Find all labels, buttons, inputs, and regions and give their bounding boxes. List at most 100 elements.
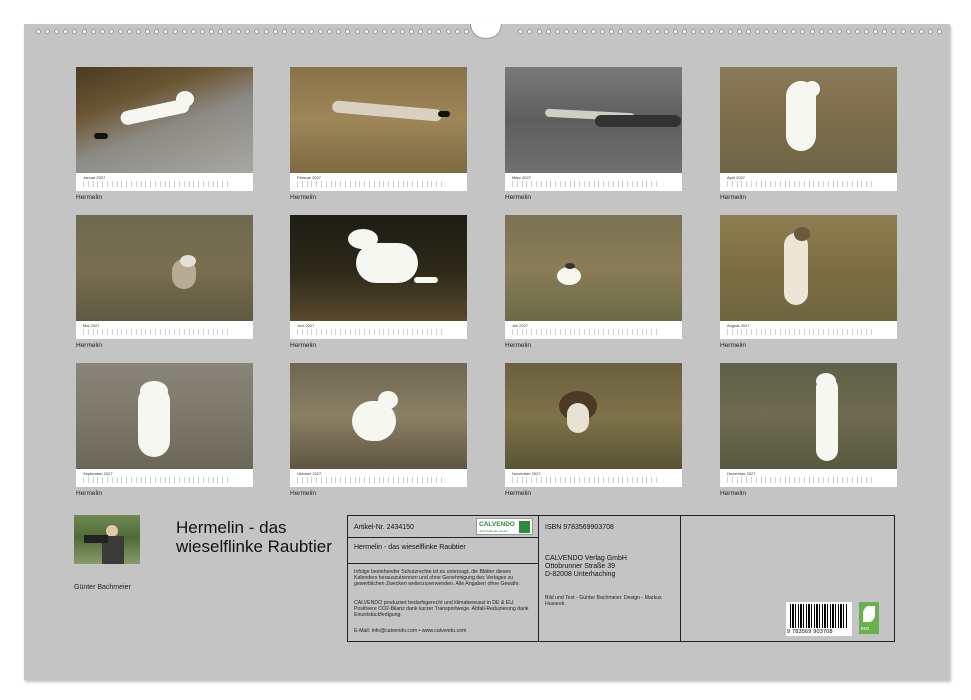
- binding-hole: [636, 29, 642, 34]
- binding-hole: [72, 29, 78, 34]
- month-name: Juli 2027: [512, 323, 529, 328]
- publisher-street: Ottobrunner Straße 39: [545, 563, 616, 570]
- month-name: Mai 2027: [83, 323, 100, 328]
- binding-hole: [554, 29, 560, 34]
- binding-hole: [309, 29, 314, 34]
- binding-hole: [354, 29, 360, 34]
- binding-hole: [645, 29, 651, 34]
- binding-hole: [582, 29, 587, 34]
- binding-hole: [527, 29, 533, 34]
- binding-hole: [363, 29, 369, 34]
- photo: [720, 215, 897, 321]
- binding-hole: [545, 29, 551, 34]
- binding-hole: [218, 29, 223, 34]
- binding-hole: [673, 29, 678, 34]
- calendarium: Oktober 2027: [290, 469, 467, 487]
- binding-hole: [936, 29, 942, 34]
- calendarium: März 2027: [505, 173, 682, 191]
- month-name: Februar 2027: [297, 175, 322, 180]
- binding-hole: [700, 29, 706, 34]
- day-cell: [440, 329, 446, 335]
- binding-hole: [654, 29, 660, 34]
- binding-hole: [390, 29, 396, 34]
- photo-caption: Hermelin: [720, 490, 747, 497]
- binding-hole: [809, 29, 815, 34]
- month-name: März 2027: [512, 175, 531, 180]
- binding-hole: [418, 29, 424, 34]
- day-cell: [655, 477, 661, 483]
- calendar-title: Hermelin - das wieselflinke Raubtier: [176, 518, 332, 556]
- binding-hole: [454, 29, 460, 34]
- photo: [720, 67, 897, 173]
- binding-hole: [236, 29, 242, 34]
- month-name: November 2027: [512, 471, 541, 476]
- photo: [505, 363, 682, 469]
- binding-hole: [436, 29, 442, 34]
- binding-hole: [727, 29, 733, 34]
- day-cell: [440, 181, 446, 187]
- binding-hole: [154, 29, 160, 34]
- binding-hole: [563, 29, 569, 34]
- month-thumbnail-april: April 2027 Hermelin: [720, 67, 897, 201]
- production-notice: CALVENDO produziert bedarfsgerecht und k…: [354, 600, 529, 619]
- logo-text: CALVENDO: [479, 521, 515, 528]
- publisher-city: D-82008 Unterhaching: [545, 571, 616, 578]
- month-thumbnail-march: März 2027 Hermelin: [505, 67, 682, 201]
- logo-mark-icon: [519, 521, 530, 533]
- binding-hole: [600, 29, 606, 34]
- binding-hole: [163, 29, 169, 34]
- photo: [720, 363, 897, 469]
- photo: [76, 215, 253, 321]
- binding-hole: [336, 29, 342, 34]
- binding-hole: [281, 29, 287, 34]
- month-thumbnail-january: Januar 2027 Hermelin: [76, 67, 253, 201]
- calendarium: August 2027: [720, 321, 897, 339]
- binding-hole: [836, 29, 842, 34]
- binding-hole: [591, 29, 597, 34]
- binding-hole: [518, 29, 524, 34]
- binding-hole: [81, 29, 87, 34]
- day-cell: [870, 329, 876, 335]
- month-thumbnail-october: Oktober 2027 Hermelin: [290, 363, 467, 497]
- author-photo: [74, 515, 140, 564]
- month-thumbnail-november: November 2027 Hermelin: [505, 363, 682, 497]
- binding-hole: [99, 29, 105, 34]
- contact-info: E-Mail: info@calvendo.com • www.calvendo…: [354, 628, 467, 634]
- calendarium: April 2027: [720, 173, 897, 191]
- day-cell: [226, 181, 232, 187]
- binding-hole: [891, 29, 897, 34]
- info-calendar-title: Hermelin - das wieselflinke Raubtier: [354, 544, 466, 551]
- eco-label: eco: [861, 626, 870, 632]
- photo-caption: Hermelin: [290, 194, 317, 201]
- calendarium: Dezember 2027: [720, 469, 897, 487]
- binding-hole: [900, 29, 906, 34]
- month-name: Januar 2027: [83, 175, 106, 180]
- photo-caption: Hermelin: [290, 342, 317, 349]
- month-thumbnail-may: Mai 2027 Hermelin: [76, 215, 253, 349]
- binding-hole: [400, 29, 405, 34]
- photo: [290, 67, 467, 173]
- binding-hole: [381, 29, 387, 34]
- binding-hole: [718, 29, 724, 34]
- binding-hole: [199, 29, 205, 34]
- binding-hole: [682, 29, 688, 34]
- binding-hole: [663, 29, 669, 34]
- photo-caption: Hermelin: [720, 194, 747, 201]
- month-name: Oktober 2027: [297, 471, 322, 476]
- binding-hole: [818, 29, 824, 34]
- binding-hole: [773, 29, 779, 34]
- photo: [76, 67, 253, 173]
- day-cell: [655, 329, 661, 335]
- day-cell: [870, 477, 876, 483]
- photo-caption: Hermelin: [505, 194, 532, 201]
- binding-hole: [927, 29, 933, 34]
- calvendo-logo: CALVENDO Jetzt Kalender kaufen: [476, 518, 533, 535]
- photo-caption: Hermelin: [76, 342, 103, 349]
- binding-hole: [117, 29, 123, 34]
- calendarium: Mai 2027: [76, 321, 253, 339]
- binding-hole: [827, 29, 833, 34]
- info-column-left: Artikel-Nr. 2434150 CALVENDO Jetzt Kalen…: [348, 516, 539, 641]
- binding-hole: [754, 29, 760, 34]
- binding-hole: [409, 29, 415, 34]
- binding-hole: [909, 29, 915, 34]
